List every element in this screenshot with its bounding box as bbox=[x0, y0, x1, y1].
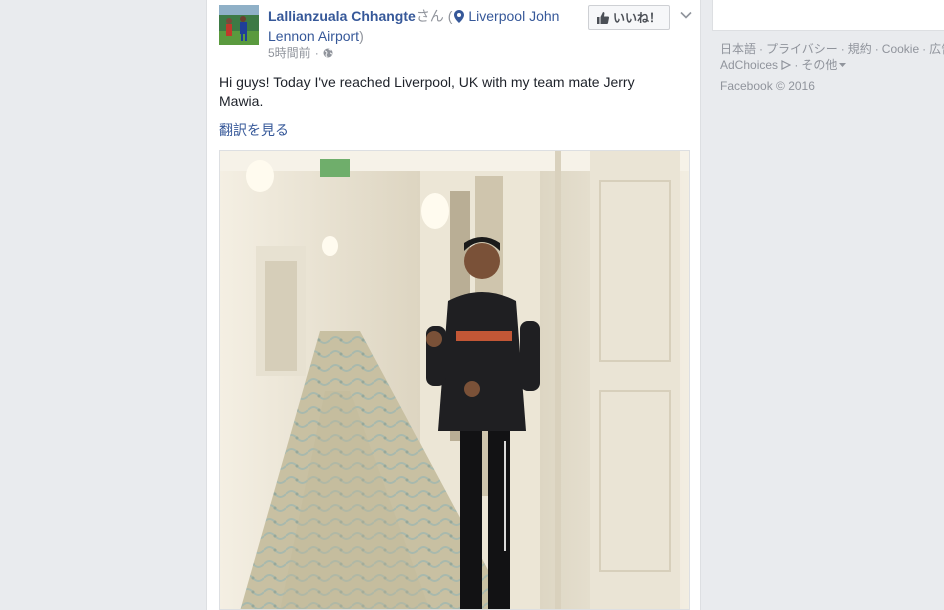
meta-separator: · bbox=[314, 46, 319, 60]
author-avatar[interactable] bbox=[219, 5, 259, 45]
footer-link-language[interactable]: 日本語 bbox=[720, 42, 756, 56]
caret-down-icon[interactable] bbox=[839, 62, 847, 68]
like-button-label: いいね！ bbox=[612, 11, 661, 25]
footer-link-cookie[interactable]: Cookie bbox=[882, 42, 919, 56]
post-photo[interactable] bbox=[219, 150, 690, 610]
author-suffix: さん bbox=[415, 8, 444, 24]
post-timestamp[interactable]: 5時間前 bbox=[268, 45, 311, 61]
footer-separator: · bbox=[794, 58, 799, 72]
adchoices-icon[interactable] bbox=[781, 60, 792, 70]
thumbs-up-icon bbox=[596, 11, 609, 24]
author-name-link[interactable]: Lallianzuala Chhangte bbox=[268, 8, 416, 24]
open-paren: ( bbox=[443, 8, 453, 24]
sidebar-footer: 日本語·プライバシー·規約·Cookie·広告 AdChoices ·その他 F… bbox=[720, 41, 944, 94]
footer-link-ads[interactable]: 広告 bbox=[929, 42, 944, 56]
footer-separator: · bbox=[922, 42, 927, 56]
footer-row-2: AdChoices · その他 bbox=[720, 57, 944, 73]
footer-separator: · bbox=[874, 42, 879, 56]
adchoices-link[interactable]: AdChoices bbox=[720, 58, 778, 72]
post-body-text: Hi guys! Today I've reached Liverpool, U… bbox=[219, 74, 635, 109]
more-menu-link[interactable]: その他 bbox=[801, 58, 837, 72]
news-feed-post: Lallianzuala Chhangteさん (Liverpool John … bbox=[206, 0, 701, 610]
close-paren: ) bbox=[359, 28, 364, 44]
footer-link-privacy[interactable]: プライバシー bbox=[766, 42, 838, 56]
location-pin-icon bbox=[454, 10, 465, 23]
footer-separator: · bbox=[840, 42, 845, 56]
globe-icon[interactable] bbox=[323, 48, 333, 58]
chevron-down-icon[interactable] bbox=[679, 8, 693, 22]
footer-link-terms[interactable]: 規約 bbox=[848, 42, 872, 56]
copyright-text: Facebook © 2016 bbox=[720, 79, 815, 93]
footer-links-row: 日本語·プライバシー·規約·Cookie·広告 bbox=[720, 41, 944, 57]
post-meta: 5時間前 · bbox=[268, 45, 333, 61]
sidebar-top-box bbox=[712, 0, 944, 31]
see-translation-link[interactable]: 翻訳を見る bbox=[219, 121, 289, 140]
like-page-button[interactable]: いいね！ bbox=[588, 5, 670, 30]
post-header: Lallianzuala Chhangteさん (Liverpool John … bbox=[268, 6, 588, 46]
footer-separator: · bbox=[759, 42, 764, 56]
